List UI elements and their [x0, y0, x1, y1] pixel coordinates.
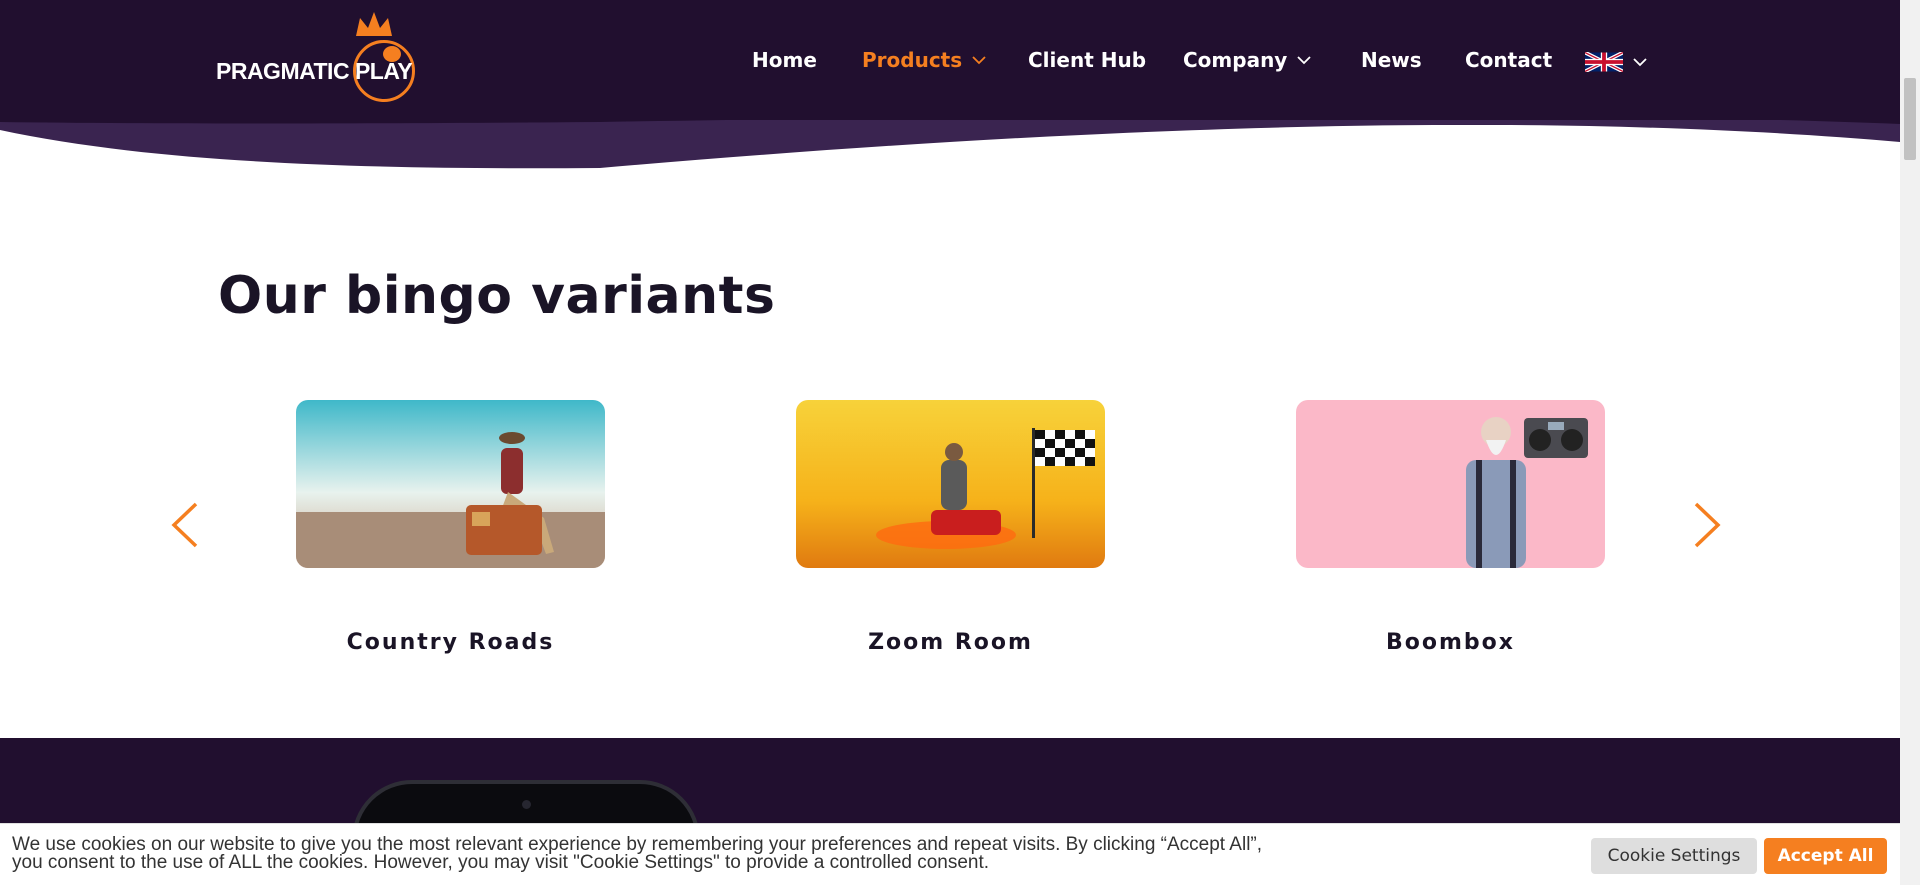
bingo-card[interactable]: Zoom Room [796, 400, 1105, 660]
card-title: Country Roads [346, 630, 555, 655]
phone-camera [522, 800, 531, 809]
nav-company[interactable]: Company [1183, 48, 1311, 72]
chevron-left-icon[interactable] [168, 500, 202, 550]
card-title: Zoom Room [868, 630, 1033, 655]
cookie-banner: We use cookies on our website to give yo… [0, 823, 1900, 885]
chevron-down-icon [1297, 56, 1311, 65]
nav-products-label: Products [862, 48, 963, 72]
chevron-down-icon [1633, 58, 1647, 67]
nav-client-hub[interactable]: Client Hub [1028, 48, 1146, 72]
country-roads-image [296, 400, 605, 568]
main-nav: Home Products Client Hub Company News Co… [0, 48, 1900, 78]
bingo-card[interactable]: Country Roads [296, 400, 605, 660]
cookie-text: We use cookies on our website to give yo… [12, 834, 1263, 873]
nav-news-label: News [1361, 48, 1422, 72]
uk-flag-icon [1585, 52, 1623, 72]
nav-news[interactable]: News [1361, 48, 1422, 72]
zoom-room-illustration [796, 400, 1105, 568]
accept-all-button[interactable]: Accept All [1764, 838, 1887, 874]
scrollbar-thumb[interactable] [1904, 78, 1916, 160]
header-wave [0, 120, 1900, 169]
bingo-card[interactable]: Boombox [1296, 400, 1605, 660]
nav-home-label: Home [752, 48, 817, 72]
nav-products[interactable]: Products [862, 48, 986, 72]
nav-home[interactable]: Home [752, 48, 817, 72]
site-header: PRAGMATIC PLAY Home Products Client Hub … [0, 0, 1900, 125]
crown-icon [356, 12, 392, 36]
nav-company-label: Company [1183, 48, 1288, 72]
boombox-image [1296, 400, 1605, 568]
chevron-down-icon [972, 56, 986, 65]
chevron-right-icon[interactable] [1690, 500, 1724, 550]
country-roads-illustration [296, 400, 605, 568]
nav-client-hub-label: Client Hub [1028, 48, 1147, 72]
cookie-settings-button[interactable]: Cookie Settings [1591, 838, 1757, 874]
boombox-illustration [1296, 400, 1605, 568]
nav-contact-label: Contact [1465, 48, 1553, 72]
nav-contact[interactable]: Contact [1465, 48, 1552, 72]
language-selector[interactable] [1585, 52, 1647, 72]
section-title: Our bingo variants [218, 266, 776, 326]
card-title: Boombox [1386, 630, 1515, 655]
zoom-room-image [796, 400, 1105, 568]
